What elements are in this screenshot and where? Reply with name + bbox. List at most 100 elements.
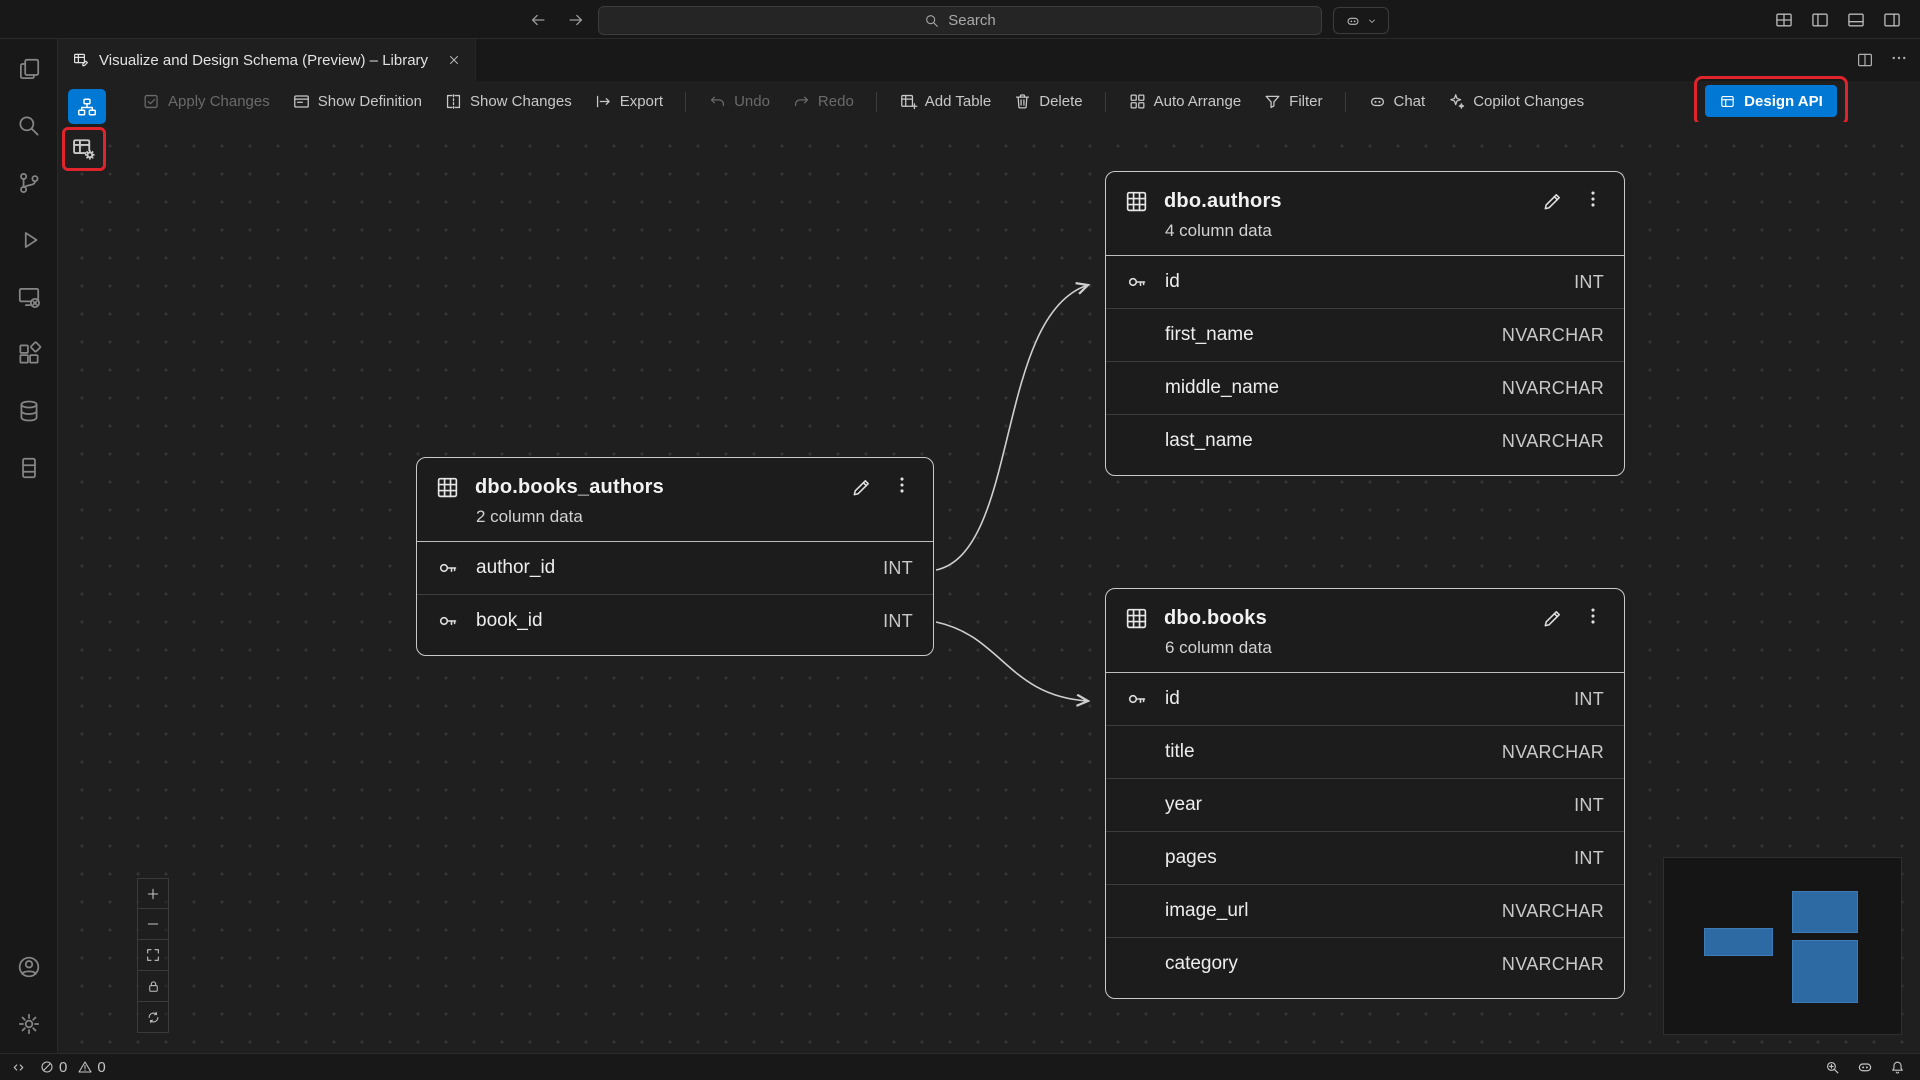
filter-button[interactable]: Filter — [1263, 92, 1322, 111]
toggle-sidebar-left-icon[interactable] — [1810, 10, 1830, 30]
minimap-node-authors — [1792, 891, 1858, 933]
schema-toolbar: Apply Changes Show Definition Show Chang… — [58, 81, 1920, 122]
source-control-icon[interactable] — [16, 170, 42, 196]
column-count-label: 6 column data — [1106, 638, 1624, 672]
tab-bar: Visualize and Design Schema (Preview) – … — [58, 39, 1920, 81]
entity-card-books[interactable]: dbo.books 6 column data id INT title NVA… — [1105, 588, 1625, 999]
edit-table-icon[interactable] — [1541, 190, 1564, 213]
toolbar-separator — [1345, 92, 1346, 112]
schema-diagram-view-button[interactable] — [68, 89, 106, 124]
column-row[interactable]: pages INT — [1106, 831, 1624, 884]
errors-icon — [39, 1059, 55, 1075]
column-row[interactable]: id INT — [1106, 673, 1624, 725]
refresh-layout-button[interactable] — [137, 1002, 169, 1033]
column-row[interactable]: book_id INT — [417, 594, 933, 647]
chat-button[interactable]: Chat — [1368, 92, 1426, 111]
zoom-in-button[interactable] — [137, 878, 169, 909]
table-menu-kebab-icon[interactable] — [1582, 188, 1604, 215]
edit-table-icon[interactable] — [850, 476, 873, 499]
account-icon[interactable] — [16, 954, 42, 980]
remote-indicator-icon[interactable] — [10, 1059, 27, 1076]
apply-changes-button[interactable]: Apply Changes — [142, 92, 270, 111]
redo-button[interactable]: Redo — [792, 92, 854, 111]
editor-zoom-icon[interactable] — [1824, 1059, 1841, 1076]
table-name: dbo.books_authors — [475, 476, 664, 499]
split-editor-icon[interactable] — [1856, 51, 1874, 69]
schema-canvas[interactable] — [58, 122, 1920, 1053]
explorer-icon[interactable] — [16, 56, 42, 82]
primary-key-icon — [1124, 686, 1150, 712]
column-row[interactable]: year INT — [1106, 778, 1624, 831]
column-icon-spacer — [1124, 898, 1150, 924]
minimap-node-books-authors — [1704, 928, 1773, 956]
settings-gear-icon[interactable] — [16, 1011, 42, 1037]
zoom-out-button[interactable] — [137, 909, 169, 940]
copilot-changes-button[interactable]: Copilot Changes — [1447, 92, 1584, 111]
run-debug-icon[interactable] — [16, 227, 42, 253]
database-icon[interactable] — [16, 398, 42, 424]
warnings-count: 0 — [97, 1059, 105, 1076]
design-api-button[interactable]: Design API — [1705, 85, 1837, 117]
primary-key-icon — [1124, 269, 1150, 295]
notifications-bell-icon[interactable] — [1889, 1059, 1906, 1076]
add-table-button[interactable]: Add Table — [899, 92, 991, 111]
warnings-icon — [77, 1059, 93, 1075]
table-designer-view-icon[interactable] — [16, 455, 42, 481]
copilot-icon — [1345, 13, 1361, 29]
problems-indicator[interactable]: 0 0 — [39, 1059, 106, 1076]
entity-card-books-authors[interactable]: dbo.books_authors 2 column data author_i… — [416, 457, 934, 656]
table-menu-kebab-icon[interactable] — [1582, 605, 1604, 632]
zoom-controls — [137, 878, 169, 1033]
show-changes-button[interactable]: Show Changes — [444, 92, 572, 111]
layout-grid-icon[interactable] — [1774, 10, 1794, 30]
table-menu-kebab-icon[interactable] — [891, 474, 913, 501]
table-name: dbo.books — [1164, 607, 1267, 630]
edit-table-icon[interactable] — [1541, 607, 1564, 630]
column-row[interactable]: category NVARCHAR — [1106, 937, 1624, 990]
column-icon-spacer — [1124, 845, 1150, 871]
column-row[interactable]: first_name NVARCHAR — [1106, 308, 1624, 361]
extensions-icon[interactable] — [16, 341, 42, 367]
delete-button[interactable]: Delete — [1013, 92, 1082, 111]
annotation-box-design-api: Design API — [1694, 76, 1848, 126]
toolbar-separator — [685, 92, 686, 112]
table-grid-icon — [1124, 189, 1149, 214]
column-row[interactable]: author_id INT — [417, 542, 933, 594]
lock-canvas-button[interactable] — [137, 971, 169, 1002]
export-button[interactable]: Export — [594, 92, 663, 111]
column-icon-spacer — [1124, 428, 1150, 454]
table-grid-icon — [435, 475, 460, 500]
chevron-down-icon — [1366, 15, 1378, 27]
column-row[interactable]: image_url NVARCHAR — [1106, 884, 1624, 937]
search-input[interactable]: Search — [598, 6, 1322, 35]
table-definition-button[interactable] — [70, 135, 98, 163]
entity-card-authors[interactable]: dbo.authors 4 column data id INT first_n… — [1105, 171, 1625, 476]
column-icon-spacer — [1124, 792, 1150, 818]
minimap[interactable] — [1663, 857, 1902, 1035]
toggle-sidebar-right-icon[interactable] — [1882, 10, 1902, 30]
tab-schema-designer[interactable]: Visualize and Design Schema (Preview) – … — [58, 39, 476, 81]
primary-key-icon — [435, 555, 461, 581]
show-definition-button[interactable]: Show Definition — [292, 92, 422, 111]
table-grid-icon — [1124, 606, 1149, 631]
column-row[interactable]: title NVARCHAR — [1106, 725, 1624, 778]
copilot-status-icon[interactable] — [1856, 1058, 1874, 1076]
search-placeholder: Search — [948, 12, 996, 29]
search-icon — [924, 13, 940, 29]
schema-designer-tab-icon — [72, 51, 90, 69]
back-icon[interactable] — [528, 10, 548, 30]
column-row[interactable]: middle_name NVARCHAR — [1106, 361, 1624, 414]
search-view-icon[interactable] — [16, 113, 42, 139]
close-tab-icon[interactable] — [447, 53, 461, 67]
more-actions-icon[interactable] — [1890, 49, 1908, 72]
copilot-control[interactable] — [1333, 7, 1389, 34]
remote-explorer-icon[interactable] — [16, 284, 42, 310]
primary-key-icon — [435, 608, 461, 634]
column-row[interactable]: id INT — [1106, 256, 1624, 308]
undo-button[interactable]: Undo — [708, 92, 770, 111]
column-row[interactable]: last_name NVARCHAR — [1106, 414, 1624, 467]
auto-arrange-button[interactable]: Auto Arrange — [1128, 92, 1242, 111]
toggle-panel-icon[interactable] — [1846, 10, 1866, 30]
fit-to-screen-button[interactable] — [137, 940, 169, 971]
forward-icon[interactable] — [566, 10, 586, 30]
